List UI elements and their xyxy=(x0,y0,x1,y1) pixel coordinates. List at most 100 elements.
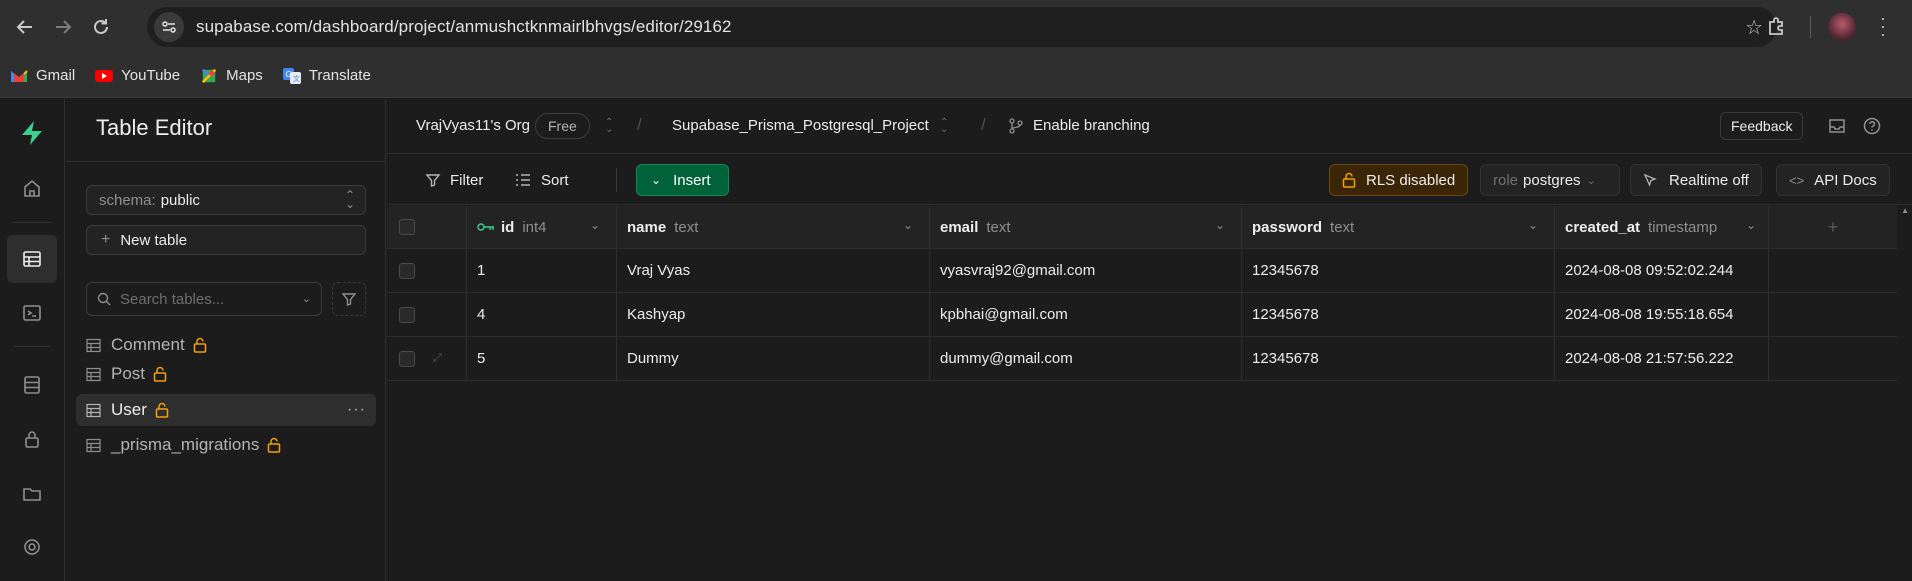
column-header-id[interactable]: id int4 ⌄ xyxy=(467,206,617,248)
translate-icon: G文 xyxy=(282,67,301,84)
cell-email[interactable]: vyasvraj92@gmail.com xyxy=(930,249,1242,292)
collapse-chevrons-icon[interactable]: ⌄ xyxy=(302,292,311,305)
column-header-password[interactable]: password text ⌄ xyxy=(1242,206,1555,248)
filter-tables-button[interactable] xyxy=(332,282,366,316)
cell-password[interactable]: 12345678 xyxy=(1242,249,1555,292)
main-panel: VrajVyas11's Org Free ⌃ ⌄ / Supabase_Pris… xyxy=(387,99,1912,581)
select-all-cell xyxy=(387,206,467,248)
cell-password[interactable]: 12345678 xyxy=(1242,293,1555,336)
expand-row-icon[interactable]: ⤢ xyxy=(433,352,442,365)
new-table-button[interactable]: + New table xyxy=(86,225,366,255)
supabase-logo-icon[interactable] xyxy=(7,109,57,157)
project-name[interactable]: Supabase_Prisma_Postgresql_Project xyxy=(672,117,929,134)
table-icon xyxy=(86,367,101,381)
filter-icon xyxy=(425,174,441,187)
project-topbar: VrajVyas11's Org Free ⌃ ⌄ / Supabase_Pris… xyxy=(387,99,1912,154)
cell-name[interactable]: Vraj Vyas xyxy=(617,249,930,292)
row-checkbox[interactable] xyxy=(399,350,415,367)
cell-id[interactable]: 5 xyxy=(467,337,617,380)
sql-editor-icon[interactable] xyxy=(7,289,57,337)
bookmark-maps[interactable]: Maps xyxy=(200,67,263,84)
maps-icon xyxy=(201,68,217,83)
nav-rail xyxy=(0,99,65,581)
column-header-email[interactable]: email text ⌄ xyxy=(930,206,1242,248)
chevron-down-icon[interactable]: ⌄ xyxy=(1746,218,1756,232)
bookmark-youtube[interactable]: YouTube xyxy=(95,67,180,84)
bookmark-star-icon[interactable]: ☆ xyxy=(1745,15,1763,40)
code-icon: <> xyxy=(1789,172,1805,188)
chevron-down-icon[interactable]: ⌄ xyxy=(1215,218,1225,232)
scroll-up-icon[interactable]: ▲ xyxy=(1901,206,1909,215)
auth-lock-icon[interactable] xyxy=(7,415,57,463)
url-text[interactable]: supabase.com/dashboard/project/anmushctk… xyxy=(196,17,732,37)
table-editor-icon[interactable] xyxy=(7,235,57,283)
chevron-down-icon[interactable]: ⌄ xyxy=(1528,218,1538,232)
column-header-created-at[interactable]: created_at timestamp ⌄ xyxy=(1555,206,1769,248)
help-icon[interactable] xyxy=(1862,116,1882,136)
supabase-app: Table Editor schema: public ⌃ ⌄ + New tab… xyxy=(0,99,1912,581)
table-item-comment[interactable]: Comment xyxy=(76,329,376,361)
chevron-down-icon[interactable]: ⌄ xyxy=(590,218,600,232)
cell-email[interactable]: dummy@gmail.com xyxy=(930,337,1242,380)
cell-name[interactable]: Kashyap xyxy=(617,293,930,336)
database-icon[interactable] xyxy=(7,361,57,409)
chevron-down-icon: ⌄ xyxy=(1586,174,1596,187)
browser-menu-icon[interactable]: · · · xyxy=(1878,9,1888,43)
table-row: 4 Kashyap kpbhai@gmail.com 12345678 2024… xyxy=(387,293,1897,337)
back-button[interactable] xyxy=(10,12,40,42)
add-column-button[interactable]: + xyxy=(1769,206,1897,248)
project-switcher-icon[interactable]: ⌃ ⌄ xyxy=(940,118,948,135)
empty-cell xyxy=(1769,293,1897,336)
bookmark-translate[interactable]: G文 Translate xyxy=(282,67,371,84)
table-item-user[interactable]: User ··· xyxy=(76,394,376,426)
filter-icon xyxy=(341,293,357,306)
cell-id[interactable]: 1 xyxy=(467,249,617,292)
rls-disabled-button[interactable]: RLS disabled xyxy=(1329,164,1469,196)
breadcrumb-separator: / xyxy=(981,115,986,134)
inbox-icon[interactable] xyxy=(1827,116,1847,136)
vertical-scrollbar[interactable] xyxy=(1897,206,1912,581)
row-select-cell xyxy=(387,293,467,336)
insert-button[interactable]: ⌄ Insert xyxy=(636,164,729,196)
table-icon xyxy=(86,403,101,417)
realtime-icon[interactable] xyxy=(7,523,57,571)
browser-toolbar: supabase.com/dashboard/project/anmushctk… xyxy=(0,0,1912,54)
chevron-down-icon[interactable]: ⌄ xyxy=(903,218,913,232)
extensions-icon[interactable] xyxy=(1763,13,1791,41)
cell-email[interactable]: kpbhai@gmail.com xyxy=(930,293,1242,336)
address-bar[interactable]: supabase.com/dashboard/project/anmushctk… xyxy=(147,7,1777,47)
org-name[interactable]: VrajVyas11's Org xyxy=(416,117,530,134)
more-options-icon[interactable]: ··· xyxy=(347,401,366,419)
home-icon[interactable] xyxy=(7,164,57,212)
column-header-name[interactable]: name text ⌄ xyxy=(617,206,930,248)
table-item-prisma-migrations[interactable]: _prisma_migrations xyxy=(76,429,376,461)
cell-created-at[interactable]: 2024-08-08 19:55:18.654 xyxy=(1555,293,1769,336)
org-switcher-icon[interactable]: ⌃ ⌄ xyxy=(605,118,613,135)
cell-created-at[interactable]: 2024-08-08 09:52:02.244 xyxy=(1555,249,1769,292)
storage-icon[interactable] xyxy=(7,469,57,517)
bookmark-gmail[interactable]: Gmail xyxy=(10,67,75,84)
search-tables-input[interactable]: Search tables... ⌄ xyxy=(86,282,322,316)
enable-branching-button[interactable]: Enable branching xyxy=(1009,117,1150,134)
cell-password[interactable]: 12345678 xyxy=(1242,337,1555,380)
schema-select[interactable]: schema: public ⌃ ⌄ xyxy=(86,185,366,215)
api-docs-button[interactable]: <> API Docs xyxy=(1776,164,1890,196)
breadcrumb-separator: / xyxy=(637,115,642,134)
select-all-checkbox[interactable] xyxy=(399,219,415,235)
profile-avatar[interactable] xyxy=(1828,13,1856,41)
table-item-post[interactable]: Post xyxy=(76,358,376,390)
cell-name[interactable]: Dummy xyxy=(617,337,930,380)
reload-button[interactable] xyxy=(86,12,116,42)
cell-id[interactable]: 4 xyxy=(467,293,617,336)
forward-button[interactable] xyxy=(48,12,78,42)
site-info-icon[interactable] xyxy=(154,12,184,42)
cell-created-at[interactable]: 2024-08-08 21:57:56.222 xyxy=(1555,337,1769,380)
row-checkbox[interactable] xyxy=(399,262,415,279)
realtime-toggle-button[interactable]: Realtime off xyxy=(1630,164,1762,196)
row-checkbox[interactable] xyxy=(399,306,415,323)
table-row: 1 Vraj Vyas vyasvraj92@gmail.com 1234567… xyxy=(387,249,1897,293)
role-select[interactable]: role postgres ⌄ xyxy=(1480,164,1620,196)
feedback-button[interactable]: Feedback xyxy=(1720,112,1804,140)
sort-button[interactable]: Sort xyxy=(505,165,579,195)
filter-button[interactable]: Filter xyxy=(415,165,493,195)
